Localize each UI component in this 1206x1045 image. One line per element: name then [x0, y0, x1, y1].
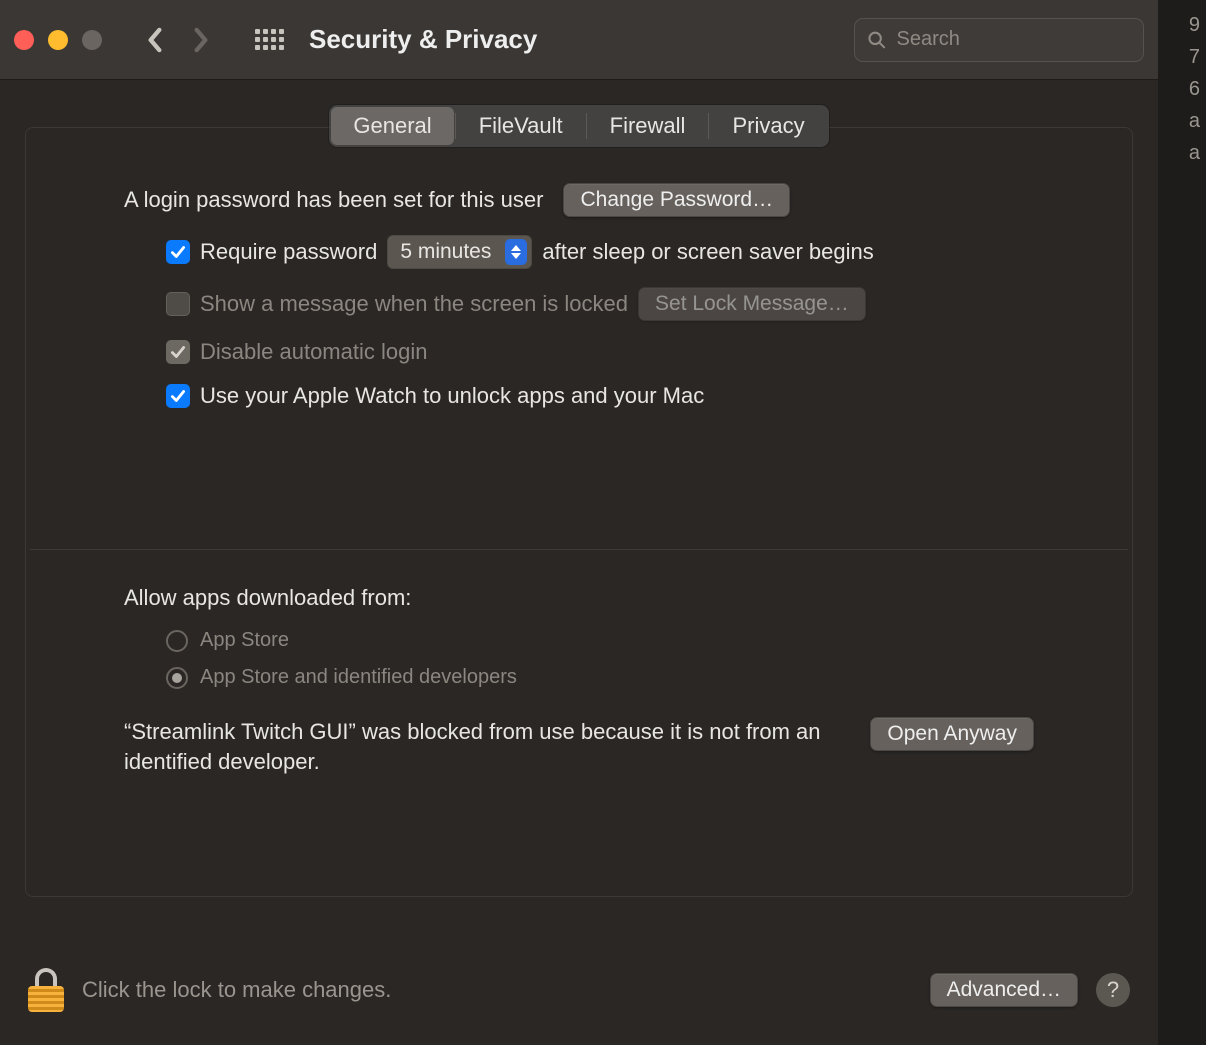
- require-password-checkbox[interactable]: [166, 240, 190, 264]
- apple-watch-unlock-label: Use your Apple Watch to unlock apps and …: [200, 383, 704, 409]
- tab-privacy[interactable]: Privacy: [710, 107, 826, 145]
- back-button[interactable]: [137, 19, 173, 61]
- stepper-icon: [505, 239, 527, 265]
- general-panel: A login password has been set for this u…: [25, 127, 1133, 897]
- tab-general[interactable]: General: [331, 107, 453, 145]
- forward-button: [183, 19, 219, 61]
- require-password-suffix: after sleep or screen saver begins: [542, 239, 873, 265]
- gatekeeper-heading: Allow apps downloaded from:: [124, 585, 411, 611]
- help-button[interactable]: ?: [1096, 973, 1130, 1007]
- minimize-window-button[interactable]: [48, 30, 68, 50]
- tab-firewall[interactable]: Firewall: [588, 107, 708, 145]
- login-password-set-text: A login password has been set for this u…: [124, 187, 543, 213]
- search-field[interactable]: [854, 18, 1144, 62]
- advanced-button[interactable]: Advanced…: [930, 973, 1078, 1007]
- require-password-delay-select[interactable]: 5 minutes: [387, 235, 532, 269]
- window-title: Security & Privacy: [309, 24, 537, 55]
- zoom-window-button: [82, 30, 102, 50]
- footer: Click the lock to make changes. Advanced…: [0, 935, 1158, 1045]
- checkmark-icon: [169, 243, 187, 261]
- nav-arrows: [137, 19, 219, 61]
- checkmark-icon: [169, 343, 187, 361]
- lock-button[interactable]: [28, 968, 64, 1012]
- preferences-window: Security & Privacy General FileVault Fir…: [0, 0, 1158, 1045]
- content-area: General FileVault Firewall Privacy A log…: [0, 80, 1158, 922]
- grid-icon: [255, 29, 284, 50]
- background-window-strip: 9 7 6 a a: [1158, 0, 1206, 1045]
- require-password-label: Require password: [200, 239, 377, 265]
- radio-app-store-label: App Store: [200, 629, 289, 652]
- require-password-delay-value: 5 minutes: [400, 240, 491, 264]
- set-lock-message-button: Set Lock Message…: [638, 287, 866, 321]
- disable-auto-login-label: Disable automatic login: [200, 339, 427, 365]
- lock-icon: [35, 968, 57, 986]
- close-window-button[interactable]: [14, 30, 34, 50]
- lock-body-icon: [28, 986, 64, 1012]
- lock-message-checkbox: [166, 292, 190, 316]
- checkmark-icon: [169, 387, 187, 405]
- tab-bar: General FileVault Firewall Privacy: [329, 105, 828, 147]
- search-input[interactable]: [897, 28, 1131, 51]
- window-controls: [14, 30, 102, 50]
- open-anyway-button[interactable]: Open Anyway: [870, 717, 1034, 751]
- tab-filevault[interactable]: FileVault: [457, 107, 585, 145]
- change-password-button[interactable]: Change Password…: [563, 183, 790, 217]
- search-icon: [867, 29, 887, 51]
- radio-app-store: [166, 630, 188, 652]
- show-all-button[interactable]: [249, 20, 289, 60]
- disable-auto-login-checkbox: [166, 340, 190, 364]
- blocked-app-text: “Streamlink Twitch GUI” was blocked from…: [124, 717, 840, 776]
- lock-hint-text: Click the lock to make changes.: [82, 977, 391, 1003]
- toolbar: Security & Privacy: [0, 0, 1158, 80]
- lock-message-label: Show a message when the screen is locked: [200, 291, 628, 317]
- radio-app-store-identified: [166, 667, 188, 689]
- radio-app-store-identified-label: App Store and identified developers: [200, 666, 517, 689]
- divider: [30, 549, 1128, 550]
- apple-watch-unlock-checkbox[interactable]: [166, 384, 190, 408]
